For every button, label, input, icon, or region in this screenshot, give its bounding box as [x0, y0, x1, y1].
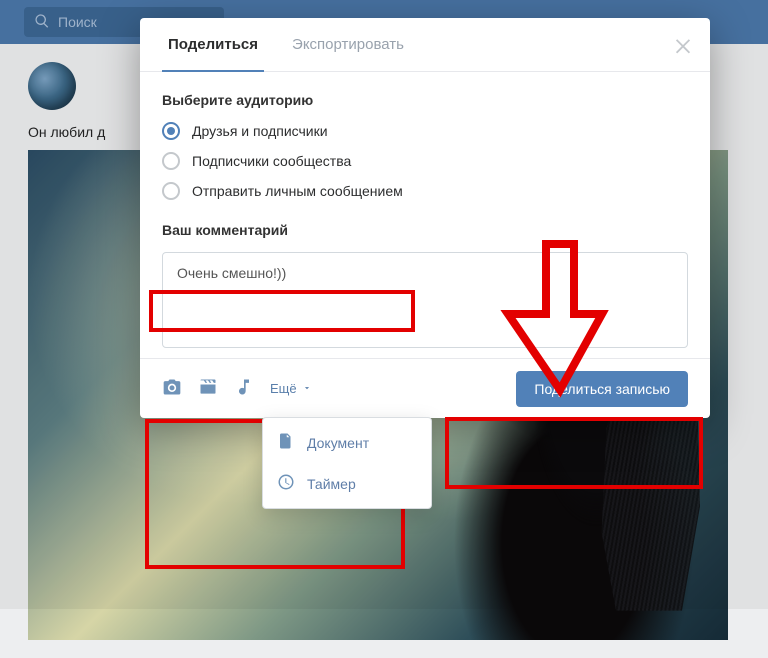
radio-indicator-icon [162, 152, 180, 170]
document-icon [277, 432, 295, 453]
audience-options: Друзья и подписчики Подписчики сообществ… [162, 122, 688, 200]
radio-label: Отправить личным сообщением [192, 183, 403, 199]
dropdown-item-document[interactable]: Документ [263, 422, 431, 463]
dropdown-item-label: Документ [307, 435, 369, 451]
music-icon[interactable] [234, 377, 254, 400]
radio-friends[interactable]: Друзья и подписчики [162, 122, 688, 140]
camera-icon[interactable] [162, 377, 182, 400]
radio-indicator-icon [162, 122, 180, 140]
radio-private-message[interactable]: Отправить личным сообщением [162, 182, 688, 200]
more-label: Ещё [270, 381, 297, 396]
share-button-label: Поделиться записью [534, 381, 670, 397]
comment-label: Ваш комментарий [162, 222, 688, 238]
radio-indicator-icon [162, 182, 180, 200]
video-icon[interactable] [198, 377, 218, 400]
radio-label: Подписчики сообщества [192, 153, 351, 169]
share-button[interactable]: Поделиться записью [516, 371, 688, 407]
radio-community[interactable]: Подписчики сообщества [162, 152, 688, 170]
more-button[interactable]: Ещё [270, 381, 312, 396]
dropdown-item-timer[interactable]: Таймер [263, 463, 431, 504]
chevron-down-icon [302, 381, 312, 396]
close-icon [672, 43, 694, 59]
tab-label: Поделиться [168, 36, 258, 53]
share-modal: Поделиться Экспортировать Выберите аудит… [140, 18, 710, 418]
tab-export[interactable]: Экспортировать [286, 18, 410, 72]
close-button[interactable] [672, 34, 694, 56]
dropdown-item-label: Таймер [307, 476, 356, 492]
attach-bar: Ещё Документ Таймер [162, 377, 312, 400]
tab-share[interactable]: Поделиться [162, 18, 264, 72]
more-dropdown: Документ Таймер [262, 417, 432, 509]
clock-icon [277, 473, 295, 494]
audience-label: Выберите аудиторию [162, 92, 688, 108]
radio-label: Друзья и подписчики [192, 123, 328, 139]
tab-label: Экспортировать [292, 36, 404, 53]
comment-input[interactable]: Очень смешно!)) [162, 252, 688, 348]
